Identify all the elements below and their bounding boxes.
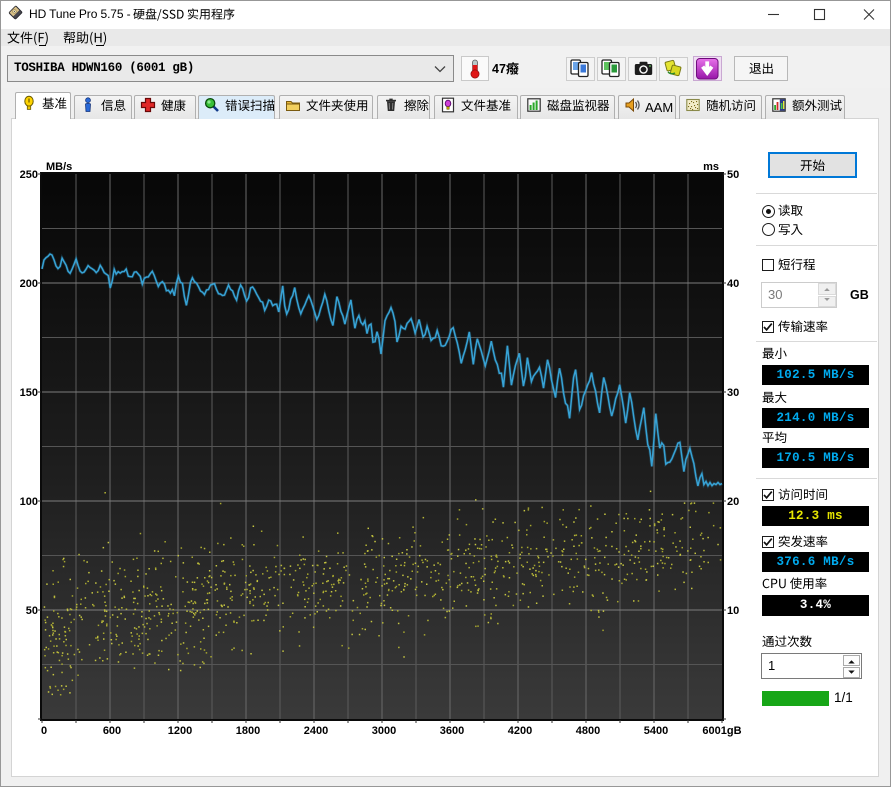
svg-text:4800: 4800 bbox=[576, 725, 600, 737]
svg-text:50: 50 bbox=[26, 605, 38, 617]
svg-text:1200: 1200 bbox=[168, 725, 192, 737]
svg-text:2400: 2400 bbox=[304, 725, 328, 737]
svg-text:20: 20 bbox=[727, 496, 739, 508]
svg-text:1800: 1800 bbox=[236, 725, 260, 737]
svg-text:ms: ms bbox=[703, 161, 719, 173]
svg-text:250: 250 bbox=[20, 169, 38, 181]
svg-text:50: 50 bbox=[727, 169, 739, 181]
svg-text:3600: 3600 bbox=[440, 725, 464, 737]
svg-text:150: 150 bbox=[20, 387, 38, 399]
svg-text:5400: 5400 bbox=[644, 725, 668, 737]
svg-text:40: 40 bbox=[727, 278, 739, 290]
svg-text:MB/s: MB/s bbox=[46, 161, 72, 173]
svg-text:6001gB: 6001gB bbox=[702, 725, 741, 737]
svg-text:200: 200 bbox=[20, 278, 38, 290]
svg-text:3000: 3000 bbox=[372, 725, 396, 737]
svg-text:0: 0 bbox=[41, 725, 47, 737]
svg-text:4200: 4200 bbox=[508, 725, 532, 737]
svg-text:30: 30 bbox=[727, 387, 739, 399]
svg-text:600: 600 bbox=[103, 725, 121, 737]
svg-text:100: 100 bbox=[20, 496, 38, 508]
svg-text:10: 10 bbox=[727, 605, 739, 617]
